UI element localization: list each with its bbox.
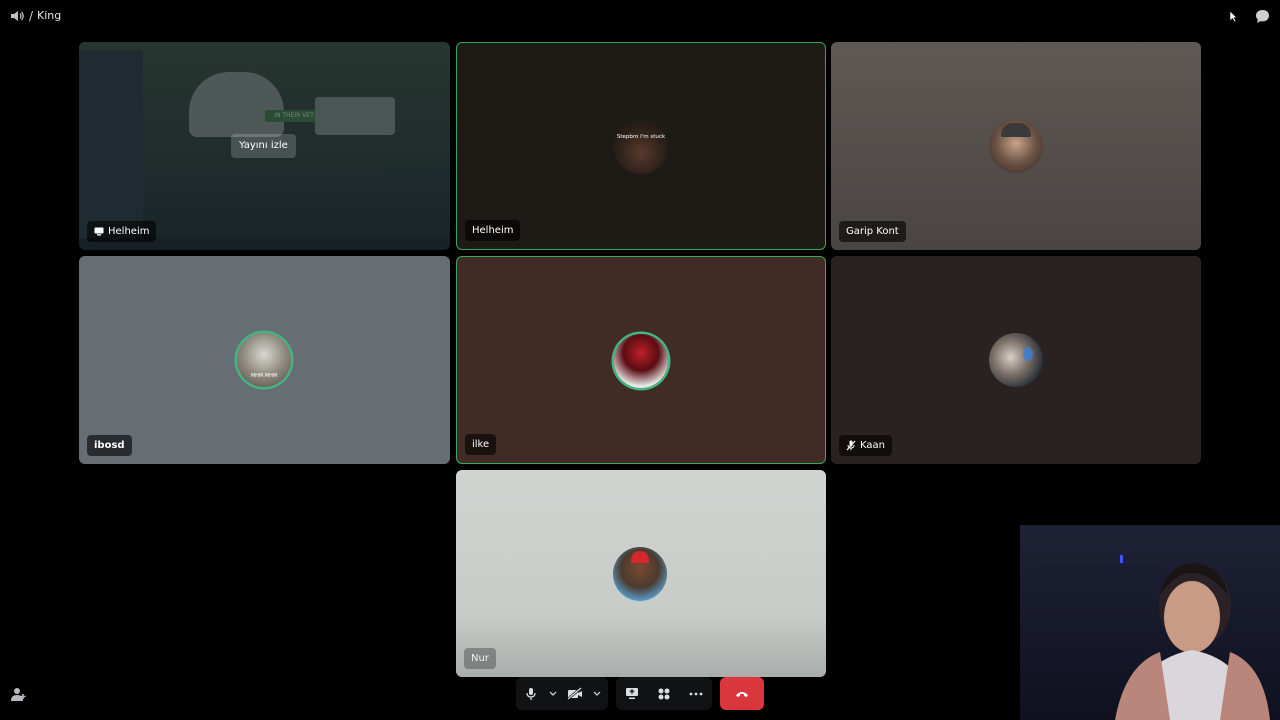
name-tag: Nur	[464, 648, 496, 669]
participant-tile-garip-kont[interactable]: Garip Kont	[831, 42, 1201, 250]
microphone-button[interactable]	[516, 677, 546, 710]
voice-controls-group	[516, 677, 608, 710]
avatar	[613, 547, 667, 601]
name-tag: ilke	[465, 434, 497, 455]
avatar	[989, 333, 1043, 387]
microphone-icon	[526, 687, 536, 700]
chevron-down-icon	[549, 691, 557, 696]
participant-name: Kaan	[860, 440, 885, 451]
more-icon	[689, 692, 703, 695]
screen-share-icon	[626, 688, 638, 699]
avatar	[614, 334, 668, 388]
participant-tile-helheim[interactable]: Stepbro I'm stuck Helheim	[456, 42, 826, 250]
camera-button[interactable]	[560, 677, 590, 710]
disconnect-button[interactable]	[720, 677, 764, 710]
activities-button[interactable]	[648, 677, 680, 710]
activities-icon	[658, 688, 670, 699]
self-camera-preview[interactable]	[1020, 525, 1280, 720]
watch-stream-button[interactable]: Yayını izle	[231, 134, 296, 158]
participant-name: Garip Kont	[846, 226, 899, 237]
activity-controls-group	[616, 677, 712, 710]
muted-mic-icon	[846, 440, 856, 451]
hang-up-icon	[736, 691, 748, 697]
participant-name: Helheim	[472, 225, 514, 236]
microphone-options-button[interactable]	[546, 677, 560, 710]
top-bar: / King	[0, 0, 1280, 32]
avatar-caption: Stepbro I'm stuck	[616, 134, 666, 140]
avatar	[989, 119, 1043, 173]
breadcrumb-separator: /	[29, 9, 34, 23]
name-tag: Garip Kont	[839, 221, 906, 242]
participant-tile-kaan[interactable]: Kaan	[831, 256, 1201, 464]
avatar: MHM MHM	[237, 333, 291, 387]
name-tag: ibosd	[87, 435, 132, 456]
screen-share-button[interactable]	[616, 677, 648, 710]
participant-name: Helheim	[108, 226, 150, 237]
name-tag: Kaan	[839, 435, 892, 456]
avatar-light	[1023, 347, 1033, 361]
chat-icon[interactable]	[1254, 8, 1271, 25]
avatar: Stepbro I'm stuck	[614, 120, 668, 174]
channel-title[interactable]: King	[37, 8, 61, 24]
mouse-cursor-icon	[1229, 10, 1238, 23]
speaker-icon	[11, 11, 24, 21]
participant-tile-ilke[interactable]: ilke	[456, 256, 826, 464]
name-tag: Helheim	[87, 221, 157, 242]
camera-off-icon	[567, 687, 582, 700]
participant-name: ilke	[472, 439, 490, 450]
screen-share-status-icon	[94, 227, 104, 236]
participant-tile-stream[interactable]: IN THEIR VET Yayını izle Helheim	[79, 42, 450, 250]
participant-tile-ibosd[interactable]: MHM MHM ibosd	[79, 256, 450, 464]
participant-name: ibosd	[94, 440, 125, 451]
invite-user-icon[interactable]	[10, 686, 27, 703]
avatar-hat	[1001, 123, 1031, 137]
camera-options-button[interactable]	[590, 677, 604, 710]
participant-tile-nur[interactable]: Nur	[456, 470, 826, 677]
more-options-button[interactable]	[680, 677, 712, 710]
chevron-down-icon	[593, 691, 601, 696]
camera-feed	[1020, 525, 1280, 720]
participant-name: Nur	[471, 653, 489, 664]
avatar-hat	[631, 551, 649, 563]
avatar-caption: MHM MHM	[250, 373, 278, 379]
name-tag: Helheim	[465, 220, 521, 241]
